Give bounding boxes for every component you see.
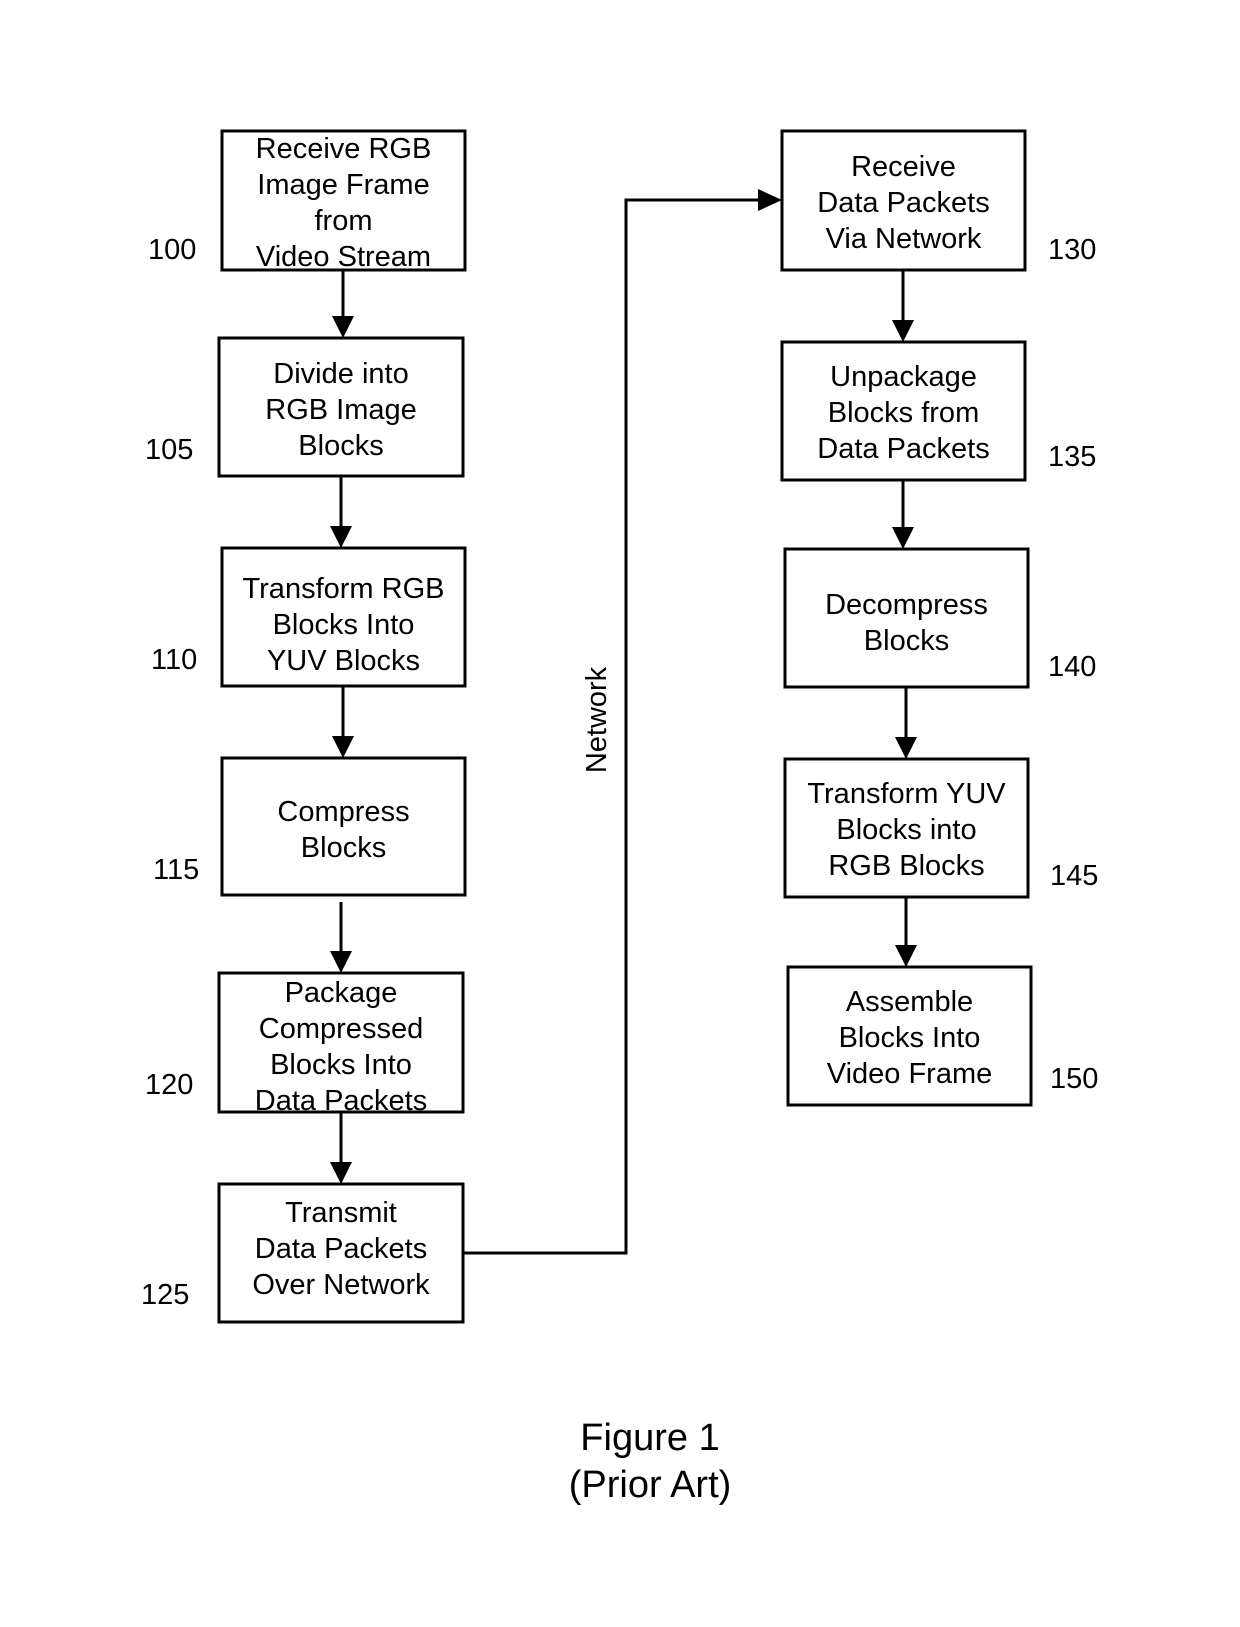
step-text-line: RGB Blocks (828, 850, 984, 882)
reference-number: 110 (151, 644, 197, 676)
arrow-140-145 (895, 687, 917, 759)
step-150: Assemble Blocks Into Video Frame 150 (786, 965, 1098, 1107)
reference-number: 130 (1048, 234, 1096, 266)
flowchart: Receive RGB Image Frame from Video Stream 10… (141, 129, 1098, 1506)
step-text-line: Data Packets (817, 187, 989, 219)
step-text-line: Blocks Into (839, 1022, 981, 1054)
arrow-head-icon (892, 320, 914, 342)
arrow-head-icon (895, 945, 917, 967)
reference-number: 145 (1050, 860, 1098, 892)
step-text-line: Blocks Into (270, 1049, 412, 1081)
arrow-135-140 (892, 480, 914, 549)
step-100: Receive RGB Image Frame from Video Stream 10… (148, 129, 467, 273)
step-text-line: Video Frame (827, 1058, 993, 1090)
figure-caption-title: Figure 1 (580, 1417, 719, 1459)
arrow-120-125 (330, 1112, 352, 1184)
process-steps: Receive RGB Image Frame from Video Stream 10… (141, 129, 1098, 1324)
reference-number: 100 (148, 234, 196, 266)
network-label: Network (581, 666, 613, 773)
arrow-head-icon (330, 1162, 352, 1184)
step-145: Transform YUV Blocks into RGB Blocks 145 (783, 757, 1098, 899)
arrow-105-110 (330, 476, 352, 548)
step-text-line: Compressed (259, 1013, 423, 1045)
step-text-line: Receive (851, 151, 956, 183)
arrow-145-150 (895, 897, 917, 967)
step-120: Package Compressed Blocks Into Data Packets… (145, 971, 465, 1117)
step-text-line: Assemble (846, 986, 973, 1018)
step-text-line: Data Packets (817, 433, 989, 465)
step-text-line: Blocks Into (273, 609, 415, 641)
reference-number: 125 (141, 1279, 189, 1311)
step-text-line: Blocks from (828, 397, 979, 429)
step-text-line: Blocks (301, 832, 386, 864)
step-text-line: YUV Blocks (267, 645, 420, 677)
network-connector (463, 189, 782, 1255)
step-text-line: Package (285, 977, 398, 1009)
figure-caption-subtitle: (Prior Art) (569, 1464, 732, 1506)
step-text-line: Data Packets (255, 1233, 427, 1265)
reference-number: 140 (1048, 651, 1096, 683)
arrow-head-icon (758, 189, 782, 211)
step-text-line: Blocks into (836, 814, 976, 846)
step-text-line: Blocks (864, 625, 949, 657)
step-140: Decompress Blocks 140 (783, 547, 1096, 689)
arrow-130-135 (892, 270, 914, 342)
step-135: Unpackage Blocks from Data Packets 135 (780, 340, 1096, 482)
step-125: Transmit Data Packets Over Network 125 (141, 1182, 465, 1324)
step-text-line: Transform RGB (243, 573, 445, 605)
reference-number: 105 (145, 434, 193, 466)
step-text-line: Blocks (298, 430, 383, 462)
step-105: Divide into RGB Image Blocks 105 (145, 336, 465, 478)
arrow-100-105 (332, 270, 354, 338)
step-text-line: Receive RGB (256, 133, 432, 165)
arrow-115-120 (330, 902, 352, 973)
arrow-head-icon (892, 527, 914, 549)
reference-number: 135 (1048, 441, 1096, 473)
step-text-line: Transmit (285, 1197, 397, 1229)
step-115: Compress Blocks 115 (153, 756, 467, 897)
step-text-line: Transform YUV (807, 778, 1006, 810)
arrow-head-icon (332, 316, 354, 338)
arrow-head-icon (895, 737, 917, 759)
step-text-line: Data Packets (255, 1085, 427, 1117)
reference-number: 115 (153, 854, 199, 886)
step-text-line: Unpackage (830, 361, 977, 393)
step-110: Transform RGB Blocks Into YUV Blocks 110 (151, 546, 467, 688)
step-130: Receive Data Packets Via Network 130 (780, 129, 1096, 272)
step-text-line: Decompress (825, 589, 988, 621)
arrow-110-115 (332, 686, 354, 758)
step-text-line: Via Network (826, 223, 982, 255)
step-text-line: Over Network (252, 1269, 430, 1301)
step-text-line: Image Frame (257, 169, 429, 201)
arrow-head-icon (332, 736, 354, 758)
step-text-line: from (315, 205, 373, 237)
step-text-line: Video Stream (256, 241, 431, 273)
arrow-head-icon (330, 951, 352, 973)
reference-number: 150 (1050, 1063, 1098, 1095)
arrow-head-icon (330, 526, 352, 548)
step-text-line: RGB Image (265, 394, 417, 426)
reference-number: 120 (145, 1069, 193, 1101)
step-text-line: Divide into (273, 358, 408, 390)
step-text-line: Compress (277, 796, 409, 828)
